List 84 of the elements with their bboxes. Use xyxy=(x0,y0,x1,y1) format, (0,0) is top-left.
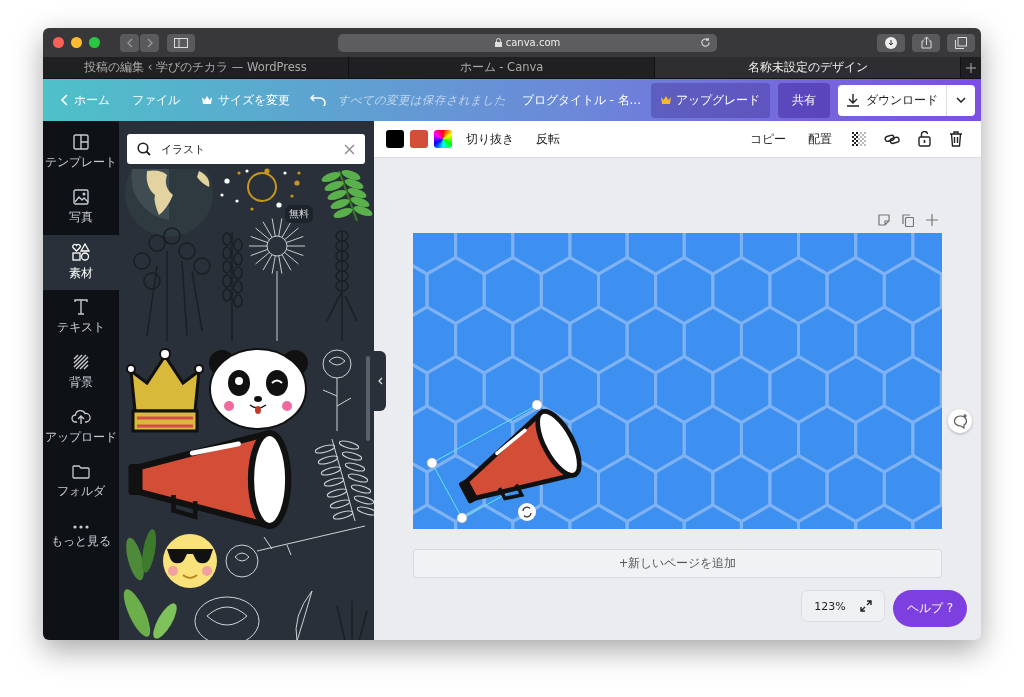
expand-icon xyxy=(859,600,872,612)
collapse-panel-button[interactable] xyxy=(374,351,386,411)
text-icon xyxy=(73,299,89,315)
new-tab-icon[interactable] xyxy=(966,62,976,73)
browser-tab[interactable]: 投稿の編集 ‹ 学びのチカラ — WordPress xyxy=(43,57,349,78)
cloud-upload-icon xyxy=(71,409,91,425)
feather-sketch-drawing[interactable] xyxy=(295,590,313,640)
leaf-illustration[interactable] xyxy=(321,169,373,222)
toolbar-button[interactable]: コピー xyxy=(742,127,794,151)
crown-illustration[interactable] xyxy=(126,348,204,433)
back-button[interactable] xyxy=(120,33,139,52)
link-icon[interactable] xyxy=(884,133,900,145)
close-icon[interactable] xyxy=(344,143,355,155)
sunflower-sketch-drawing[interactable] xyxy=(248,217,306,342)
copy-icon[interactable] xyxy=(902,214,914,227)
lock-icon xyxy=(494,38,502,47)
sidebar-item[interactable]: アップロード xyxy=(43,400,119,455)
address-bar[interactable]: canva.com xyxy=(338,33,717,52)
help-button[interactable]: ヘルプ ? xyxy=(892,590,967,627)
minimize-button[interactable] xyxy=(71,37,82,48)
globe-illustration[interactable] xyxy=(125,169,213,237)
leaves-illustration[interactable] xyxy=(126,529,157,581)
sunglasses-emoji-illustration[interactable] xyxy=(163,534,217,588)
fern-sketch-drawing[interactable] xyxy=(314,438,374,522)
tabs-icon xyxy=(955,36,967,49)
free-badge: 無料 xyxy=(285,205,313,223)
browser-tab[interactable]: 名称未設定のデザイン xyxy=(655,57,961,78)
color-swatch[interactable] xyxy=(386,130,404,148)
share-button[interactable] xyxy=(912,33,940,52)
layout-icon xyxy=(73,134,89,150)
shapes-icon xyxy=(72,243,90,261)
dots-icon xyxy=(73,525,89,529)
scrollbar[interactable] xyxy=(366,356,370,441)
download-button[interactable] xyxy=(877,33,905,52)
toolbar-button[interactable]: 反転 xyxy=(528,127,568,151)
sidebar-item[interactable]: テンプレート xyxy=(43,125,119,180)
megaphone-illustration[interactable] xyxy=(128,429,292,530)
add-comment-icon[interactable] xyxy=(952,413,968,429)
trash-icon[interactable] xyxy=(949,131,963,147)
sidebar-icon xyxy=(174,37,188,48)
zoom-button[interactable]: 123% xyxy=(801,590,885,622)
color-picker-swatch[interactable] xyxy=(434,130,452,148)
panda-illustration[interactable] xyxy=(209,348,308,430)
sidebar-item[interactable]: 写真 xyxy=(43,180,119,235)
chevron-right-icon xyxy=(146,37,153,48)
crown-icon xyxy=(661,96,671,104)
reload-icon[interactable] xyxy=(700,36,711,48)
note-icon[interactable] xyxy=(878,214,890,226)
transparency-icon[interactable] xyxy=(852,132,866,146)
close-button[interactable] xyxy=(53,37,64,48)
add-icon[interactable] xyxy=(926,214,938,226)
hatch-icon xyxy=(73,354,89,370)
tabs-button[interactable] xyxy=(947,33,975,52)
forward-button[interactable] xyxy=(140,33,159,52)
selected-megaphone-drawing[interactable] xyxy=(426,399,582,524)
sidebar-item[interactable]: もっと見る xyxy=(43,510,119,565)
add-page-button[interactable]: +新しいページを追加 xyxy=(413,549,942,578)
upgrade-button[interactable]: アップグレード xyxy=(651,82,770,118)
share-icon xyxy=(920,36,932,49)
toolbar-button[interactable]: 配置 xyxy=(800,127,840,151)
crown-icon xyxy=(202,96,212,104)
search-field[interactable]: イラスト xyxy=(127,134,365,164)
chevron-left-icon xyxy=(61,94,68,106)
sidebar-item[interactable]: フォルダ xyxy=(43,455,119,510)
undo-icon[interactable] xyxy=(310,94,326,106)
chevron-left-icon xyxy=(377,377,383,385)
image-icon xyxy=(73,189,89,205)
unlocked-icon[interactable] xyxy=(918,131,931,147)
search-icon xyxy=(137,142,151,156)
sidebar-item[interactable]: 背景 xyxy=(43,345,119,400)
share-button[interactable]: 共有 xyxy=(778,82,830,118)
chevron-left-icon xyxy=(126,37,133,48)
sidebar-item[interactable]: テキスト xyxy=(43,290,119,345)
sidebar-button[interactable] xyxy=(167,33,195,52)
chevron-down-icon xyxy=(956,97,966,103)
leaf-sprig-illustration[interactable] xyxy=(123,589,177,639)
save-status: すべての変更は保存されました xyxy=(338,92,506,108)
download-icon xyxy=(885,36,897,49)
zoom-button[interactable] xyxy=(89,37,100,48)
download-icon xyxy=(846,93,860,107)
color-swatch[interactable] xyxy=(410,130,428,148)
sidebar-item[interactable]: 素材 xyxy=(43,235,119,290)
folder-icon xyxy=(72,465,90,479)
toolbar-button[interactable]: 切り抜き xyxy=(458,127,522,151)
